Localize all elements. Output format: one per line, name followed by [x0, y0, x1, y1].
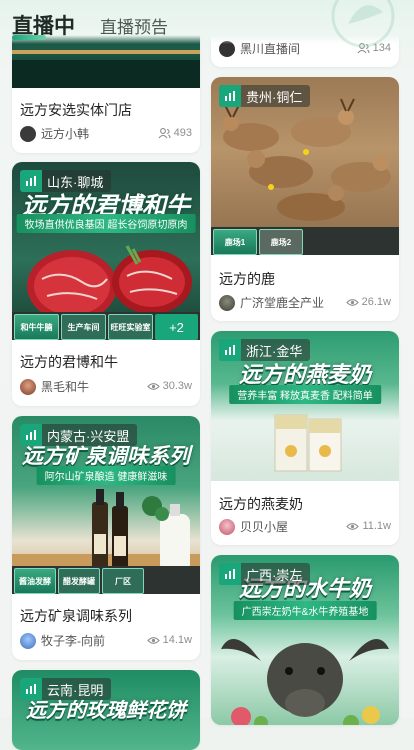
eye-icon: [345, 298, 359, 306]
live-cover-image: 远方的燕麦奶 营养丰富 释放真麦香 配料简单 浙江·金华: [211, 331, 399, 481]
scene-thumb[interactable]: 鹿场2: [259, 229, 303, 255]
location-tag: 贵州·铜仁: [219, 85, 311, 107]
viewer-count-value: 493: [173, 127, 192, 139]
view-count: 14.1w: [146, 634, 192, 646]
view-count-value: 30.3w: [162, 380, 192, 392]
live-cover-image: 贵州·铜仁 鹿场1 鹿场2: [211, 77, 399, 255]
avatar: [219, 294, 235, 311]
location-tag-icon: [219, 563, 241, 585]
live-card[interactable]: 远方的燕麦奶 营养丰富 释放真麦香 配料简单 浙江·金华 远方的燕麦奶 贝贝小屋…: [211, 331, 399, 545]
scene-thumbnails: 酱油发酵 醋发酵罐 厂区: [12, 566, 200, 594]
poster-subtitle: 牧场直供优良基因 超长谷饲原切原肉: [16, 214, 196, 233]
scene-thumb[interactable]: 生产车间: [61, 314, 106, 340]
view-count-value: 14.1w: [162, 634, 192, 646]
scene-thumb[interactable]: 酱油发酵: [14, 568, 56, 594]
location-tag-icon: [20, 678, 42, 700]
author-name: 贝贝小屋: [240, 520, 289, 534]
location-tag: 内蒙古·兴安盟: [20, 424, 138, 446]
viewer-count: 493: [158, 127, 192, 139]
location-tag-icon: [20, 170, 42, 192]
view-count-value: 26.1w: [361, 296, 391, 308]
location-text: 内蒙古·兴安盟: [47, 428, 130, 444]
location-text: 贵州·铜仁: [246, 89, 303, 105]
location-tag: 山东·聊城: [20, 170, 112, 192]
oat-milk-box-illustration: [274, 414, 342, 472]
location-text: 云南·昆明: [47, 682, 104, 698]
poster-base: [12, 60, 200, 88]
eye-icon: [146, 382, 160, 390]
location-text: 广西·崇左: [246, 567, 303, 583]
poster-subtitle: 广西崇左奶牛&水牛养殖基地: [233, 601, 377, 620]
people-icon: [158, 127, 171, 138]
scene-thumb[interactable]: 和牛牛腩: [14, 314, 59, 340]
author: 牧子李-向前: [20, 632, 105, 649]
scene-thumbnails: 鹿场1 鹿场2: [211, 227, 399, 255]
location-text: 山东·聊城: [47, 174, 104, 190]
location-tag: 广西·崇左: [219, 563, 311, 585]
location-tag: 浙江·金华: [219, 339, 311, 361]
avatar: [20, 125, 36, 142]
avatar: [219, 518, 235, 535]
live-cover-image: 远方的玫瑰鲜花饼 云南·昆明: [12, 670, 200, 750]
card-title: 远方矿泉调味系列: [20, 608, 132, 624]
poster-subtitle: 营养丰富 释放真麦香 配料简单: [229, 385, 381, 404]
more-scenes-button[interactable]: +2: [155, 314, 198, 340]
view-count: 30.3w: [146, 380, 192, 392]
view-count-value: 11.1w: [362, 520, 391, 532]
live-card[interactable]: 远方的水牛奶 广西崇左奶牛&水牛养殖基地 广西·崇左: [211, 555, 399, 725]
location-tag: 云南·昆明: [20, 678, 112, 700]
card-title: 远方的燕麦奶: [219, 496, 303, 512]
eye-icon: [346, 522, 360, 530]
scene-thumb[interactable]: 醋发酵罐: [58, 568, 100, 594]
author-name: 远方小韩: [41, 127, 90, 141]
card-title: 远方的君博和牛: [20, 354, 118, 370]
scene-thumbnails: 和牛牛腩 生产车间 旺旺实验室 +2: [12, 312, 200, 340]
active-tab-indicator: [12, 35, 46, 40]
author-name: 黑毛和牛: [41, 380, 90, 394]
author: 广济堂鹿全产业: [219, 294, 324, 311]
poster-stripe: [12, 50, 200, 54]
scene-thumb[interactable]: 鹿场1: [213, 229, 257, 255]
brand-watermark-icon: [331, 0, 395, 48]
live-cover-image: 远方的水牛奶 广西崇左奶牛&水牛养殖基地 广西·崇左: [211, 555, 399, 725]
location-tag-icon: [219, 85, 241, 107]
water-buffalo-illustration: [221, 639, 389, 725]
live-card[interactable]: 远方的玫瑰鲜花饼 云南·昆明: [12, 670, 200, 750]
live-cover-image: 远方矿泉调味系列 阿尔山矿泉酿造 健康鲜滋味 内蒙古·兴安盟 酱油发酵 醋发酵罐…: [12, 416, 200, 594]
avatar: [20, 378, 36, 395]
poster-subtitle: 阿尔山矿泉酿造 健康鲜滋味: [36, 466, 176, 485]
eye-icon: [146, 636, 160, 644]
live-card[interactable]: 贵州·铜仁 鹿场1 鹿场2 远方的鹿 广济堂鹿全产业 26.1w: [211, 77, 399, 321]
live-card[interactable]: 远方的君博和牛 牧场直供优良基因 超长谷饲原切原肉 山东·聊城 和牛牛腩 生产车…: [12, 162, 200, 406]
author: 贝贝小屋: [219, 518, 288, 535]
view-count: 11.1w: [346, 520, 391, 532]
author: 黑毛和牛: [20, 378, 89, 395]
location-text: 浙江·金华: [246, 343, 303, 359]
avatar: [20, 632, 36, 649]
top-tab-bar: 直播中 直播预告: [0, 0, 414, 48]
view-count: 26.1w: [345, 296, 391, 308]
live-card[interactable]: 远方矿泉调味系列 阿尔山矿泉酿造 健康鲜滋味 内蒙古·兴安盟 酱油发酵 醋发酵罐…: [12, 416, 200, 660]
location-tag-icon: [219, 339, 241, 361]
card-title: 远方安选实体门店: [20, 102, 132, 118]
scene-thumb[interactable]: 旺旺实验室: [108, 314, 153, 340]
location-tag-icon: [20, 424, 42, 446]
author-name: 牧子李-向前: [41, 634, 105, 648]
author: 远方小韩: [20, 125, 89, 142]
author-name: 广济堂鹿全产业: [240, 296, 325, 310]
scene-thumb[interactable]: 厂区: [102, 568, 144, 594]
tab-preview[interactable]: 直播预告: [100, 13, 168, 38]
card-title: 远方的鹿: [219, 271, 275, 287]
live-cover-image: 远方的君博和牛 牧场直供优良基因 超长谷饲原切原肉 山东·聊城 和牛牛腩 生产车…: [12, 162, 200, 340]
